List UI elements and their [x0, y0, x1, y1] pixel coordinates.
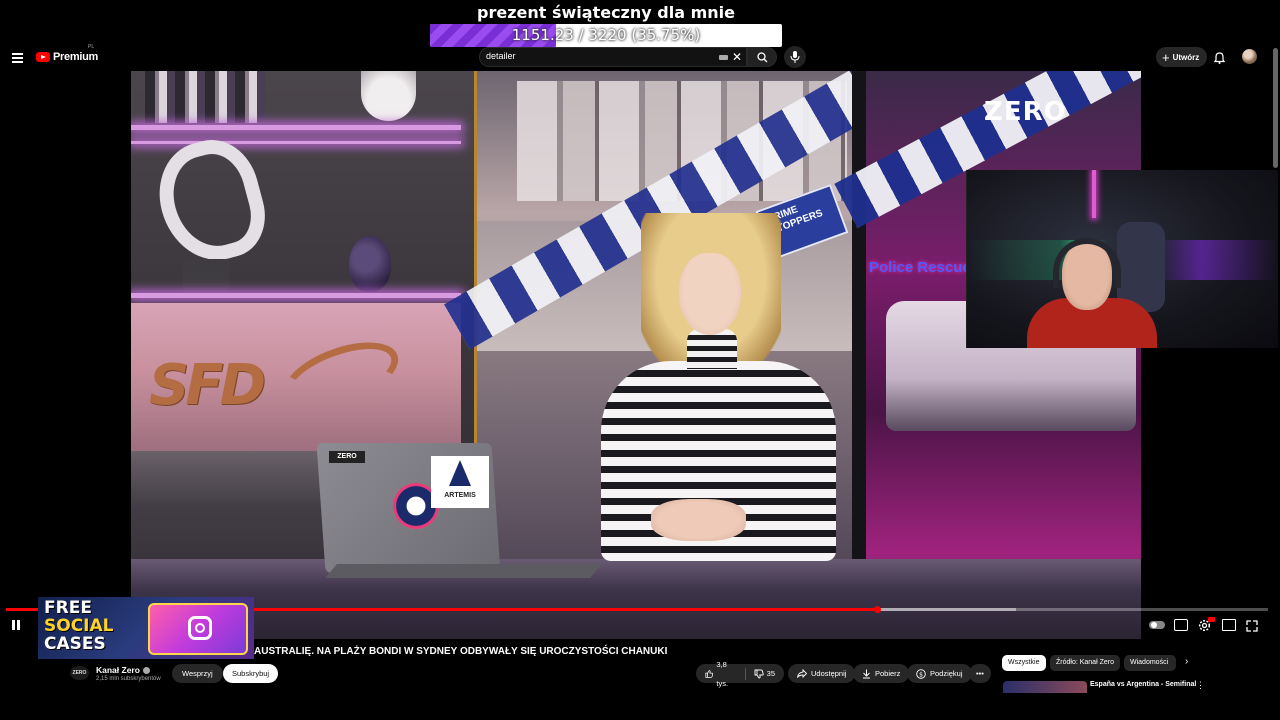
dislike-button[interactable]: 35: [754, 664, 775, 683]
search-input[interactable]: [486, 51, 686, 61]
download-label: Pobierz: [875, 669, 901, 678]
sfd-logo: SFD: [149, 353, 266, 418]
progress-scrubber[interactable]: [873, 606, 881, 613]
page-scrollbar[interactable]: [1273, 48, 1278, 168]
verified-badge-icon: [142, 666, 150, 674]
fullscreen-icon[interactable]: [1246, 619, 1260, 632]
video-player-frame[interactable]: SFD CRIME STOPPERS ZERO Police Rescue ZE…: [131, 71, 1141, 639]
download-button[interactable]: Pobierz: [853, 664, 910, 683]
chip-source-channel[interactable]: Źródło: Kanał Zero: [1050, 655, 1120, 671]
sfd-logo-panel: SFD: [131, 303, 461, 458]
like-separator: [744, 667, 746, 680]
share-icon: [797, 669, 807, 678]
more-vertical-icon[interactable]: ⋮: [1196, 681, 1205, 690]
background-screen-police: ZERO Police Rescue: [834, 71, 1141, 639]
like-count: 3,8 tys.: [716, 659, 729, 688]
sculpture-base: [183, 259, 229, 293]
instagram-icon: [188, 616, 212, 640]
video-title: AUSTRALIĘ. NA PLAŻY BONDI W SYDNEY ODBYW…: [254, 646, 668, 657]
thanks-heart-icon: $: [916, 668, 926, 679]
theater-mode-icon[interactable]: [1222, 619, 1236, 631]
like-dislike-group: 3,8 tys. 35: [696, 660, 784, 688]
thanks-label: Podziękuj: [930, 669, 963, 678]
subscribe-button[interactable]: Subskrybuj: [223, 664, 279, 683]
svg-text:$: $: [919, 671, 923, 678]
promo-line: SOCIAL: [44, 616, 114, 636]
news-anchor-hands: [651, 499, 746, 541]
keyboard-icon[interactable]: [719, 55, 728, 60]
more-actions-button[interactable]: •••: [969, 664, 991, 683]
create-button[interactable]: + Utwórz: [1156, 47, 1208, 67]
promo-text: FREE SOCIAL CASES: [44, 599, 114, 653]
goal-progress-bar: 1151.23 / 3220 (35.75%): [430, 24, 782, 47]
create-label: Utwórz: [1172, 52, 1200, 62]
cam-neon-light: [1092, 170, 1096, 218]
channel-name-text: Kanał Zero: [96, 665, 140, 675]
chevron-right-icon[interactable]: ›: [1185, 656, 1188, 667]
streamer-webcam: [966, 170, 1278, 348]
thumbs-down-icon: [754, 669, 764, 678]
hd-badge: [1208, 617, 1215, 622]
microphone-icon: [790, 51, 800, 63]
laptop-base: [325, 564, 602, 578]
white-vase: [361, 71, 416, 121]
youtube-masthead: Premium PL ✕ + Utwórz: [0, 44, 1270, 70]
logo-region-code: PL: [88, 44, 95, 50]
hamburger-menu-icon[interactable]: [12, 53, 23, 63]
news-anchor-neck: [687, 329, 737, 369]
shelf-light: [131, 125, 461, 130]
sfd-swoosh: [275, 329, 407, 422]
channel-avatar[interactable]: ZERO: [70, 666, 89, 680]
promo-line: CASES: [44, 634, 106, 654]
promo-line: FREE: [44, 598, 92, 618]
logo-text: Premium: [53, 51, 98, 63]
kanal-zero-watermark: ZERO: [984, 97, 1067, 127]
user-avatar[interactable]: [1242, 49, 1257, 64]
subtitles-icon[interactable]: [1174, 619, 1188, 631]
pause-button[interactable]: [11, 620, 21, 630]
goal-progress-text: 1151.23 / 3220 (35.75%): [511, 26, 701, 44]
subscriber-count: 2,15 mln subskrybentów: [96, 676, 161, 682]
plus-icon: +: [1162, 49, 1170, 65]
artemis-sticker: ARTEMIS: [431, 456, 489, 508]
more-horizontal-icon: •••: [976, 669, 984, 678]
screen: prezent świąteczny dla mnie 1151.23 / 32…: [0, 0, 1280, 720]
support-button[interactable]: Wesprzyj: [172, 664, 223, 683]
clear-search-icon[interactable]: ✕: [732, 49, 742, 65]
dislike-count: 35: [766, 669, 775, 678]
donation-goal-widget: prezent świąteczny dla mnie 1151.23 / 32…: [430, 2, 782, 47]
channel-name[interactable]: Kanał Zero: [96, 665, 150, 675]
shelf-light: [131, 141, 461, 144]
thanks-button[interactable]: $ Podziękuj: [907, 664, 972, 683]
voice-search-button[interactable]: [784, 46, 806, 68]
chip-news[interactable]: Wiadomości: [1124, 655, 1176, 671]
search-icon: [757, 52, 768, 63]
goal-title: prezent świąteczny dla mnie: [477, 3, 735, 22]
purple-vase: [349, 236, 391, 292]
autoplay-toggle[interactable]: [1149, 621, 1165, 629]
anchor-desk: [131, 559, 1141, 639]
screen-divider: [852, 71, 866, 639]
shelf-light: [131, 293, 461, 298]
police-rescue-text: Police Rescue: [869, 259, 971, 276]
notifications-bell-icon[interactable]: [1213, 51, 1226, 69]
zero-sticker: ZERO: [329, 451, 365, 463]
shelf-books: [145, 71, 265, 123]
sculpture: [147, 130, 275, 272]
recommended-video-thumbnail[interactable]: [1003, 681, 1087, 693]
share-label: Udostępnij: [811, 669, 847, 678]
youtube-play-icon: [36, 52, 50, 62]
youtube-premium-logo[interactable]: Premium: [36, 51, 98, 63]
search-box: ✕: [479, 47, 747, 67]
chip-all[interactable]: Wszystkie: [1002, 655, 1046, 671]
like-button[interactable]: 3,8 tys.: [705, 655, 737, 693]
news-anchor-face: [679, 253, 741, 335]
free-social-cases-promo[interactable]: FREE SOCIAL CASES: [38, 597, 254, 659]
search-button[interactable]: [747, 47, 777, 67]
share-button[interactable]: Udostępnij: [788, 664, 856, 683]
recommended-video-title[interactable]: España vs Argentina - Semifinal: [1090, 681, 1196, 688]
thumbs-up-icon: [705, 669, 714, 678]
download-icon: [863, 669, 870, 678]
